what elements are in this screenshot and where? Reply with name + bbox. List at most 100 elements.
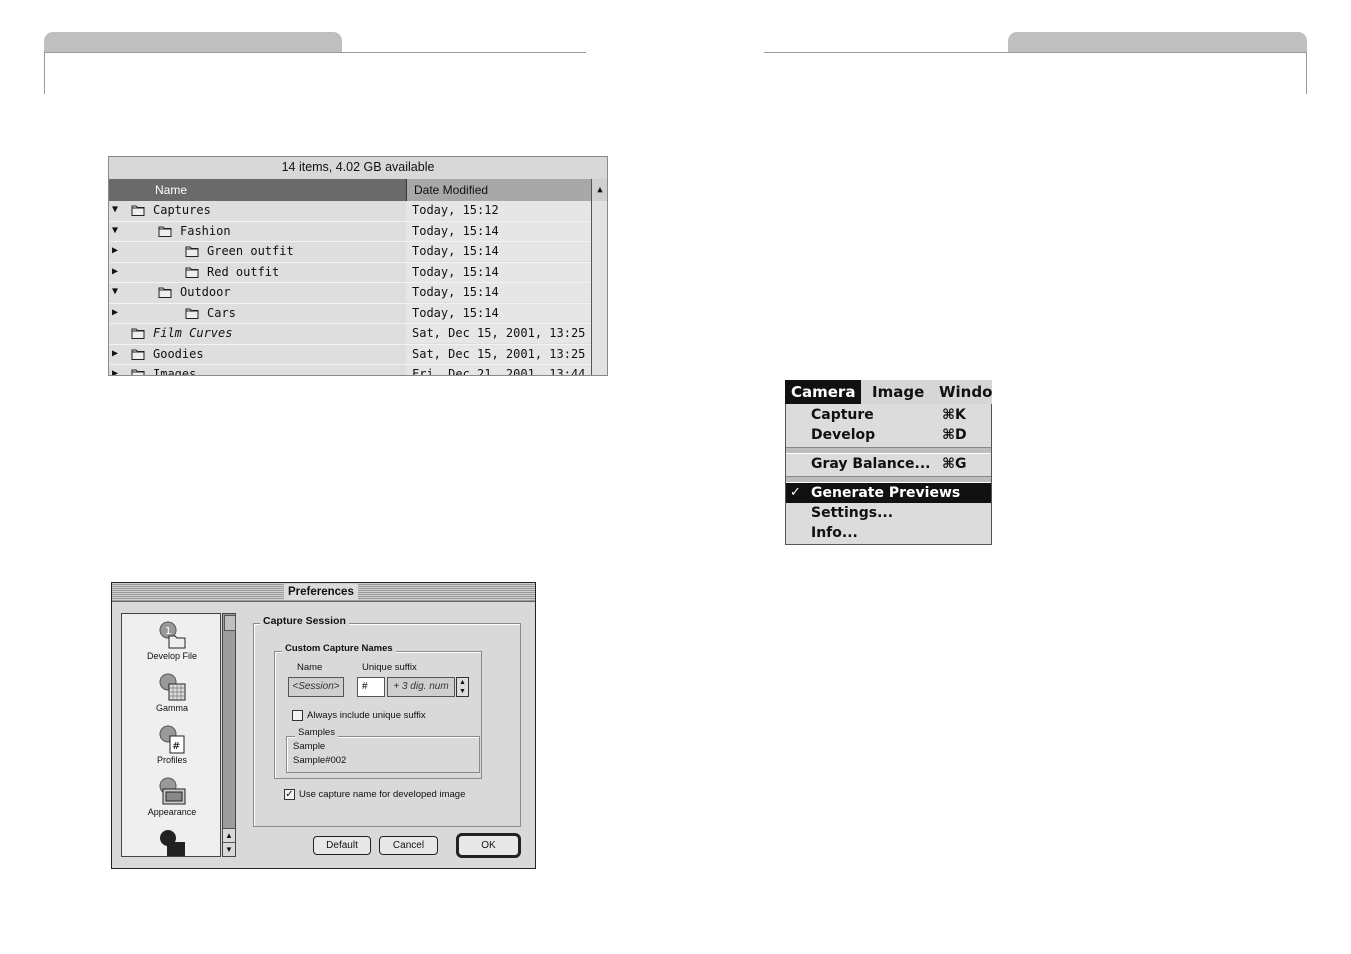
folder-icon <box>185 266 199 278</box>
sidebar-item-profiles[interactable]: # Profiles <box>122 724 222 765</box>
suffix-char-field[interactable]: # <box>357 677 385 697</box>
disclosure-closed-icon[interactable]: ▶ <box>112 368 124 375</box>
page-header-tab-left <box>44 32 342 53</box>
finder-row[interactable]: Film Curves Sat, Dec 15, 2001, 13:25 <box>109 324 591 345</box>
finder-row[interactable]: ▼ Outdoor Today, 15:14 <box>109 283 591 304</box>
finder-row[interactable]: ▶ Goodies Sat, Dec 15, 2001, 13:25 <box>109 344 591 365</box>
folder-icon <box>185 307 199 319</box>
finder-row[interactable]: ▶ Images Fri, Dec 21, 2001, 13:44 <box>109 365 591 375</box>
folder-icon <box>131 348 145 360</box>
finder-date-cell: Today, 15:12 <box>406 201 591 220</box>
disclosure-open-icon[interactable]: ▼ <box>112 225 124 237</box>
use-capture-name-label: Use capture name for developed image <box>299 789 466 800</box>
appearance-window-icon <box>157 776 187 806</box>
prefs-sidebar: 1 Develop File Gamma # Profiles Appearan… <box>121 613 221 857</box>
disclosure-closed-icon[interactable]: ▶ <box>112 266 124 278</box>
disclosure-closed-icon[interactable]: ▶ <box>112 348 124 360</box>
finder-row[interactable]: ▶ Green outfit Today, 15:14 <box>109 242 591 263</box>
finder-date-cell: Sat, Dec 15, 2001, 13:25 <box>406 324 591 343</box>
sidebar-item-gamma[interactable]: Gamma <box>122 672 222 713</box>
scroll-down-arrow-icon[interactable]: ▼ <box>223 842 235 856</box>
column-name-header[interactable]: Name <box>109 179 406 201</box>
sidebar-item-appearance[interactable]: Appearance <box>122 776 222 817</box>
menu-item-settings[interactable]: Settings... <box>786 503 991 523</box>
header-rule-right <box>764 52 1307 53</box>
capture-session-title: Capture Session <box>260 615 349 627</box>
menu-item-generate-previews[interactable]: ✓ Generate Previews <box>786 483 991 503</box>
disclosure-open-icon[interactable]: ▼ <box>112 286 124 298</box>
menu-title-window[interactable]: Windo <box>933 380 998 404</box>
use-capture-name-checkbox[interactable]: ✓ <box>284 789 295 800</box>
finder-item-name: Cars <box>207 305 236 320</box>
menu-item-shortcut: ⌘D <box>942 427 967 443</box>
finder-status-bar: 14 items, 4.02 GB available <box>109 157 607 180</box>
custom-names-title: Custom Capture Names <box>282 643 396 655</box>
menu-item-info[interactable]: Info... <box>786 523 991 543</box>
scroll-thumb[interactable] <box>224 615 236 631</box>
finder-row[interactable]: ▼ Captures Today, 15:12 <box>109 201 591 222</box>
ok-button[interactable]: OK <box>456 833 521 858</box>
dialog-title: Preferences <box>284 584 358 600</box>
finder-name-cell: ▼ Captures <box>109 201 406 220</box>
menu-item-capture[interactable]: Capture ⌘K <box>786 405 991 425</box>
camera-icon <box>157 828 187 858</box>
finder-name-cell: ▶ Cars <box>109 304 406 323</box>
menu-separator <box>786 476 991 483</box>
sample-line-2: Sample#002 <box>293 755 347 766</box>
default-button[interactable]: Default <box>313 836 371 855</box>
finder-item-name: Red outfit <box>207 264 280 279</box>
menu-item-develop[interactable]: Develop ⌘D <box>786 425 991 445</box>
finder-date-cell: Today, 15:14 <box>406 242 591 261</box>
page-header-tab-right <box>1008 32 1307 53</box>
finder-item-name: Film Curves <box>153 326 233 340</box>
folder-icon <box>131 368 145 375</box>
finder-name-cell: Film Curves <box>109 324 406 343</box>
menu-item-label: Develop <box>811 427 876 443</box>
always-suffix-checkbox[interactable] <box>292 710 303 721</box>
finder-name-cell: ▼ Fashion <box>109 222 406 241</box>
folder-icon: 1 <box>157 620 187 650</box>
finder-date-cell: Today, 15:14 <box>406 303 591 323</box>
finder-row[interactable]: ▶ Cars Today, 15:14 <box>109 303 591 324</box>
finder-item-name: Fashion <box>180 223 231 238</box>
folder-icon <box>158 286 172 298</box>
suffix-type-field[interactable]: + 3 dig. num <box>387 677 455 697</box>
folder-icon <box>131 204 145 216</box>
menu-title-camera[interactable]: Camera <box>785 380 862 404</box>
finder-row[interactable]: ▼ Fashion Today, 15:14 <box>109 221 591 242</box>
finder-date-cell: Today, 15:14 <box>406 262 591 282</box>
sidebar-scrollbar[interactable]: ▲ ▼ <box>222 613 236 857</box>
sort-direction-icon[interactable]: ▲ <box>591 179 607 201</box>
menu-item-label: Capture <box>811 407 874 423</box>
finder-list-window: 14 items, 4.02 GB available Name Date Mo… <box>108 156 608 376</box>
suffix-stepper-icon[interactable]: ▲ ▼ <box>456 677 469 697</box>
menu-item-label: Info... <box>811 525 858 541</box>
sidebar-item-label: Develop File <box>146 651 198 661</box>
sidebar-item-more[interactable] <box>122 828 222 858</box>
menu-bar: Camera Image Windo <box>785 380 992 405</box>
menu-item-label: Settings... <box>811 505 894 521</box>
finder-date-cell: Sat, Dec 15, 2001, 13:25 <box>406 344 591 364</box>
finder-scrollbar[interactable] <box>591 201 607 375</box>
disclosure-closed-icon[interactable]: ▶ <box>112 307 124 319</box>
sidebar-item-label: Gamma <box>155 703 188 713</box>
disclosure-closed-icon[interactable]: ▶ <box>112 245 124 257</box>
unique-suffix-label: Unique suffix <box>359 662 420 674</box>
samples-label: Samples <box>295 727 338 739</box>
menu-item-shortcut: ⌘K <box>942 407 966 423</box>
name-field[interactable]: <Session> <box>288 677 344 697</box>
sidebar-item-label: Profiles <box>156 755 187 765</box>
menu-title-image[interactable]: Image <box>866 380 930 404</box>
finder-date-cell: Today, 15:14 <box>406 283 591 302</box>
dialog-titlebar[interactable]: Preferences <box>112 583 535 602</box>
sidebar-item-develop-file[interactable]: 1 Develop File <box>122 620 222 661</box>
disclosure-open-icon[interactable]: ▼ <box>112 204 124 216</box>
scroll-up-arrow-icon[interactable]: ▲ <box>223 828 235 842</box>
preferences-dialog: Preferences 1 Develop File Gamma # Profi… <box>111 582 536 869</box>
menu-item-label: Generate Previews <box>811 485 961 501</box>
finder-row[interactable]: ▶ Red outfit Today, 15:14 <box>109 262 591 283</box>
svg-text:#: # <box>172 741 180 752</box>
column-date-header[interactable]: Date Modified <box>406 179 591 201</box>
menu-item-gray-balance[interactable]: Gray Balance... ⌘G <box>786 454 991 474</box>
cancel-button[interactable]: Cancel <box>379 836 438 855</box>
